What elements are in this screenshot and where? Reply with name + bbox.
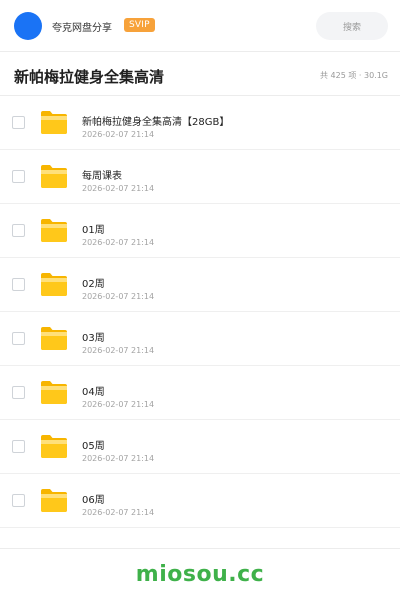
- select-checkbox[interactable]: [12, 494, 25, 507]
- select-checkbox[interactable]: [12, 386, 25, 399]
- file-date: 2026-02-07 21:14: [82, 400, 155, 409]
- file-name: 04周: [82, 387, 105, 398]
- folder-icon: [40, 325, 68, 351]
- file-name: 每周课表: [82, 171, 122, 182]
- file-date: 2026-02-07 21:14: [82, 508, 155, 517]
- select-checkbox[interactable]: [12, 440, 25, 453]
- list-item[interactable]: 05周 2026-02-07 21:14: [0, 420, 400, 474]
- page-title: 新帕梅拉健身全集高清: [14, 68, 165, 86]
- file-name: 06周: [82, 495, 105, 506]
- list-item[interactable]: 04周 2026-02-07 21:14: [0, 366, 400, 420]
- list-item[interactable]: 每周课表 2026-02-07 21:14: [0, 150, 400, 204]
- avatar[interactable]: [14, 12, 42, 40]
- list-item[interactable]: 02周 2026-02-07 21:14: [0, 258, 400, 312]
- folder-icon: [40, 109, 68, 135]
- svip-badge: SVIP: [124, 18, 155, 32]
- file-date: 2026-02-07 21:14: [82, 454, 155, 463]
- file-name: 02周: [82, 279, 105, 290]
- select-checkbox[interactable]: [12, 278, 25, 291]
- list-item[interactable]: 06周 2026-02-07 21:14: [0, 474, 400, 528]
- list-item[interactable]: 新帕梅拉健身全集高清【28GB】 2026-02-07 21:14: [0, 96, 400, 150]
- folder-icon: [40, 163, 68, 189]
- file-date: 2026-02-07 21:14: [82, 292, 155, 301]
- select-checkbox[interactable]: [12, 332, 25, 345]
- watermark: miosou.cc: [135, 562, 265, 587]
- select-checkbox[interactable]: [12, 170, 25, 183]
- file-name: 03周: [82, 333, 105, 344]
- file-name: 新帕梅拉健身全集高清【28GB】: [82, 117, 230, 128]
- search-button[interactable]: 搜索: [316, 12, 388, 40]
- file-date: 2026-02-07 21:14: [82, 346, 155, 355]
- list-item[interactable]: 01周 2026-02-07 21:14: [0, 204, 400, 258]
- file-list: 新帕梅拉健身全集高清【28GB】 2026-02-07 21:14 每周课表 2…: [0, 96, 400, 528]
- folder-icon: [40, 433, 68, 459]
- account-name: 夸克网盘分享: [52, 23, 112, 34]
- file-name: 05周: [82, 441, 105, 452]
- folder-icon: [40, 217, 68, 243]
- folder-icon: [40, 271, 68, 297]
- folder-header: 新帕梅拉健身全集高清 共 425 项 · 30.1G: [0, 52, 400, 96]
- share-page: 夸克网盘分享 SVIP 搜索 新帕梅拉健身全集高清 共 425 项 · 30.1…: [0, 0, 400, 600]
- file-date: 2026-02-07 21:14: [82, 238, 155, 247]
- folder-icon: [40, 487, 68, 513]
- file-name: 01周: [82, 225, 105, 236]
- list-item[interactable]: 03周 2026-02-07 21:14: [0, 312, 400, 366]
- select-checkbox[interactable]: [12, 224, 25, 237]
- folder-icon: [40, 379, 68, 405]
- select-checkbox[interactable]: [12, 116, 25, 129]
- footer-divider: [0, 548, 400, 549]
- file-date: 2026-02-07 21:14: [82, 130, 155, 139]
- file-date: 2026-02-07 21:14: [82, 184, 155, 193]
- folder-summary: 共 425 项 · 30.1G: [320, 71, 388, 80]
- top-bar: 夸克网盘分享 SVIP 搜索: [0, 0, 400, 52]
